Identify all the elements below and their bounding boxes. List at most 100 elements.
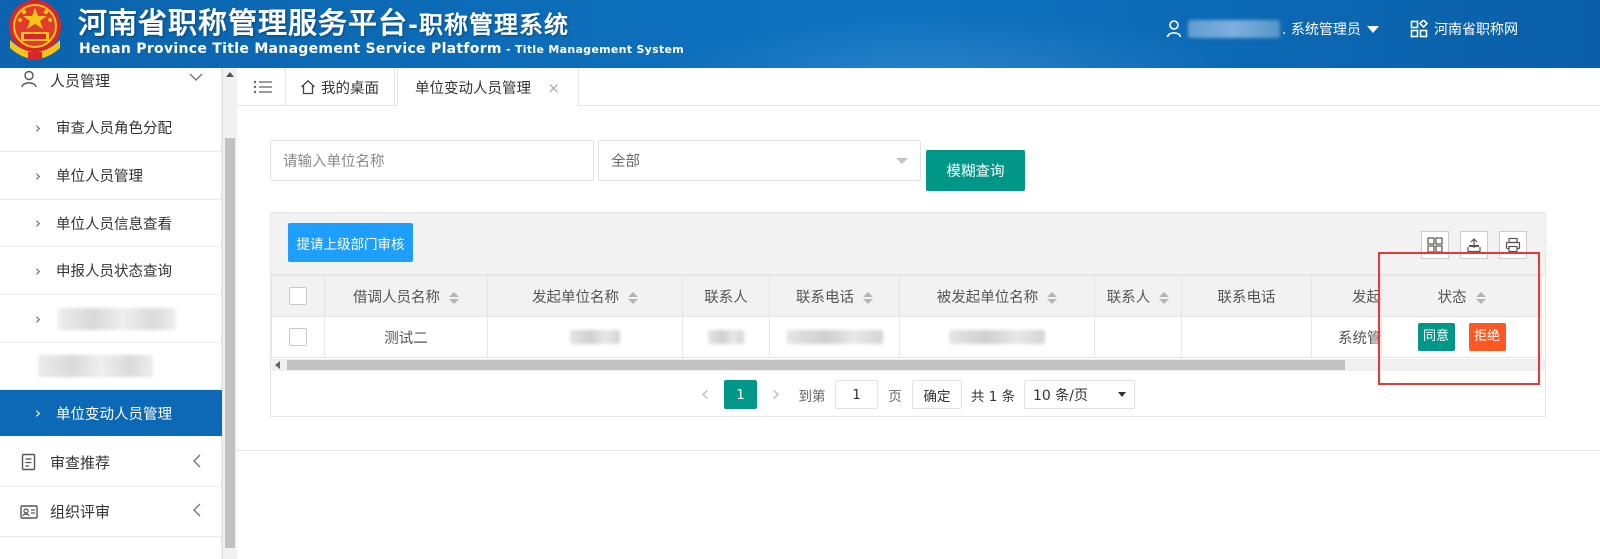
cell-target-unit: [899, 316, 1095, 358]
prev-page-button[interactable]: ‹: [695, 380, 715, 409]
data-grid: 借调人员名称 发起单位名称 联系人 联系电话 被发起单位名称 联系人 联系电话 …: [271, 275, 1545, 359]
redacted-value: [570, 330, 620, 344]
column-header[interactable]: 联系电话: [769, 275, 900, 317]
checkbox[interactable]: [289, 287, 307, 305]
sort-icon[interactable]: [1159, 291, 1170, 304]
sidebar: 人员管理 › 审查人员角色分配 › 单位人员管理 › 单位人员信息查看 › 申报…: [0, 68, 222, 559]
chevron-right-icon: ›: [35, 309, 41, 328]
chevron-right-icon: ›: [35, 118, 41, 137]
export-icon: [1467, 238, 1481, 253]
tab-home-label: 我的桌面: [321, 80, 379, 97]
table-row: 测试二 系统管 同意 拒绝: [271, 316, 1542, 358]
export-button[interactable]: [1460, 231, 1488, 259]
tab-unit-change[interactable]: 单位变动人员管理 ×: [397, 68, 579, 107]
cell-initiator: 系统管: [1311, 316, 1382, 358]
sort-icon[interactable]: [628, 291, 638, 304]
home-icon: [301, 79, 315, 95]
reject-button[interactable]: 拒绝: [1468, 323, 1506, 351]
column-header-label: 状态: [1437, 289, 1467, 306]
person-icon: [21, 70, 37, 88]
total-count: 共 1 条: [970, 388, 1016, 405]
data-table-panel: 提请上级部门审核 借调人员名称 发起单位名称 联系人 联系电话 被发起单位名称 …: [270, 212, 1546, 417]
scroll-left-arrow-icon[interactable]: [275, 361, 280, 369]
chevron-right-icon: ›: [35, 261, 41, 280]
sidebar-item-redacted-2[interactable]: [0, 343, 222, 390]
sidebar-item-label: 单位变动人员管理: [56, 406, 172, 423]
table-toolbar: 提请上级部门审核: [271, 213, 1545, 275]
tab-home[interactable]: 我的桌面: [285, 68, 395, 106]
scroll-up-arrow-icon[interactable]: [226, 72, 234, 77]
sidebar-item-applicant-status[interactable]: › 申报人员状态查询: [0, 247, 222, 295]
national-emblem-icon: [9, 0, 61, 60]
column-header[interactable]: 发起单位名称: [487, 275, 683, 317]
chevron-left-icon: [193, 503, 201, 517]
status-select[interactable]: 全部: [598, 140, 921, 181]
column-header-label: 联系人: [704, 289, 748, 306]
platform-title-en-sub: Title Management System: [514, 43, 685, 56]
menu-toggle-icon[interactable]: [253, 79, 273, 95]
columns-filter-button[interactable]: [1421, 231, 1449, 259]
platform-title-dash: -: [408, 11, 419, 39]
pagination: ‹ 1 › 到第 1 页 确定 共 1 条 10 条/页: [271, 371, 1545, 417]
sidebar-group-organize[interactable]: 组织评审: [0, 487, 222, 537]
sort-icon[interactable]: [863, 291, 873, 304]
agree-button[interactable]: 同意: [1417, 323, 1455, 351]
chevron-left-icon: [193, 454, 201, 468]
platform-title-en-main: Henan Province Title Management Service …: [79, 41, 502, 57]
sidebar-item-label: 单位人员信息查看: [56, 216, 172, 233]
tab-current-label: 单位变动人员管理: [415, 81, 531, 97]
submit-review-button[interactable]: 提请上级部门审核: [288, 223, 413, 262]
column-header[interactable]: 状态: [1381, 275, 1542, 317]
sidebar-item-redacted-1[interactable]: ›: [0, 295, 222, 343]
platform-title-sub: 职称管理系统: [418, 11, 569, 39]
goto-confirm-button[interactable]: 确定: [912, 380, 962, 409]
column-header[interactable]: 联系人: [1094, 275, 1182, 317]
cell-initiating-unit: [487, 316, 683, 358]
row-select[interactable]: [271, 316, 325, 358]
horizontal-scroll-thumb[interactable]: [287, 360, 1345, 370]
sidebar-scroll-thumb[interactable]: [225, 138, 235, 548]
site-link[interactable]: 河南省职称网: [1410, 18, 1518, 40]
fuzzy-search-button[interactable]: 模糊查询: [926, 150, 1025, 191]
page-1-button[interactable]: 1: [724, 380, 757, 409]
sort-icon[interactable]: [1047, 291, 1058, 304]
sidebar-item-label: 单位人员管理: [56, 169, 143, 185]
column-header-label: 发起: [1352, 289, 1381, 306]
column-header[interactable]: 借调人员名称: [324, 275, 488, 317]
sidebar-item-role-assign[interactable]: › 审查人员角色分配: [0, 104, 222, 152]
column-header-label: 联系人: [1106, 289, 1151, 306]
cell-person-name: 测试二: [324, 316, 488, 358]
site-link-label: 河南省职称网: [1434, 22, 1518, 38]
platform-title-main: 河南省职称管理服务平台: [78, 6, 409, 40]
table-horizontal-scrollbar[interactable]: [271, 359, 1545, 371]
sort-icon[interactable]: [1475, 291, 1486, 304]
sidebar-scrollbar[interactable]: [222, 68, 237, 559]
table-header-row: 借调人员名称 发起单位名称 联系人 联系电话 被发起单位名称 联系人 联系电话 …: [271, 275, 1542, 317]
column-header: 联系人: [682, 275, 770, 317]
page-size-select[interactable]: 10 条/页: [1024, 380, 1135, 409]
caret-down-icon: [1366, 25, 1379, 33]
print-button[interactable]: [1499, 231, 1527, 259]
sidebar-item-unit-change[interactable]: › 单位变动人员管理: [0, 390, 222, 436]
close-icon[interactable]: ×: [547, 79, 560, 97]
column-header: 联系电话: [1181, 275, 1312, 317]
cell-target-contact: [1094, 316, 1182, 358]
sort-icon[interactable]: [449, 291, 459, 304]
sidebar-item-staff-info[interactable]: › 单位人员信息查看: [0, 200, 222, 247]
checkbox[interactable]: [289, 328, 307, 346]
redacted-value: [949, 330, 1045, 344]
goto-page-input[interactable]: 1: [835, 380, 878, 409]
user-menu[interactable]: . 系统管理员: [1166, 18, 1379, 40]
goto-label: 到第: [798, 388, 826, 405]
cell-actions: 同意 拒绝: [1381, 316, 1542, 358]
platform-title-en: Henan Province Title Management Service …: [79, 41, 684, 57]
sidebar-item-unit-staff[interactable]: › 单位人员管理: [0, 152, 222, 200]
next-page-button[interactable]: ›: [766, 380, 786, 409]
header-select-all[interactable]: [271, 275, 325, 317]
unit-name-input[interactable]: 请输入单位名称: [270, 140, 594, 181]
user-icon: [1166, 20, 1182, 38]
sidebar-group-review[interactable]: 审查推荐: [0, 438, 222, 487]
dropdown-arrow-icon: [1118, 392, 1126, 397]
column-header[interactable]: 被发起单位名称: [899, 275, 1095, 317]
redacted-menu-label: [38, 355, 153, 377]
